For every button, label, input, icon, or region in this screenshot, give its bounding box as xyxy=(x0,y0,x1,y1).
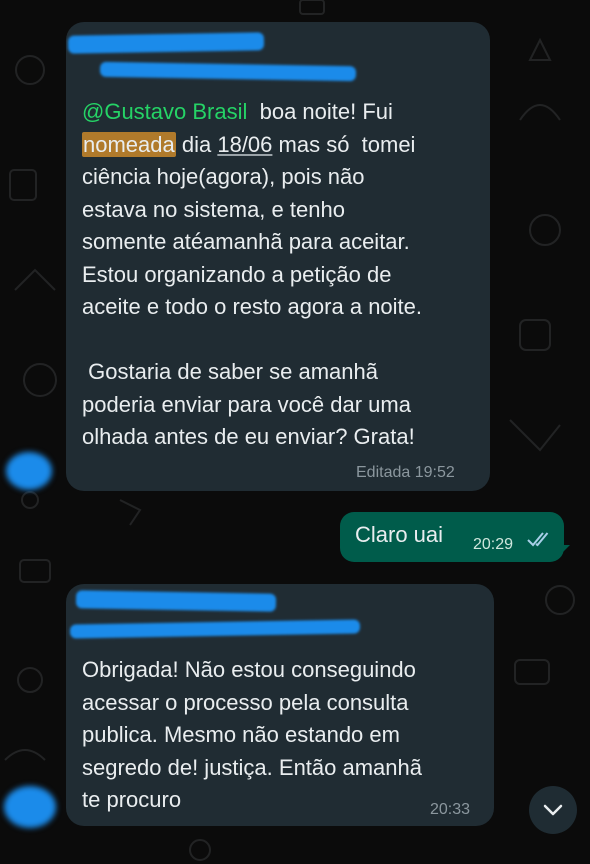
message-time: 20:33 xyxy=(430,801,471,818)
message-text-part: ciência hoje(agora), pois não estava no … xyxy=(82,164,423,449)
message-text: Obrigada! Não estou conseguindo acessar … xyxy=(82,657,423,812)
message-text-part: mas só tomei xyxy=(272,131,416,157)
sender-avatar[interactable] xyxy=(6,452,52,490)
scroll-to-bottom-button[interactable] xyxy=(529,786,577,834)
bubble-tail xyxy=(556,545,570,559)
search-highlight: nomeada xyxy=(82,131,176,157)
reply-time: 20:29 xyxy=(473,536,514,553)
message-text: @Gustavo Brasil boa noite! Fui nomeada d… xyxy=(82,96,482,454)
reply-text: Claro uai xyxy=(355,522,444,547)
redacted-sender-name xyxy=(67,32,265,54)
chevron-down-icon xyxy=(543,804,563,816)
redacted-sender-name xyxy=(75,590,277,612)
date-link[interactable]: 18/06 xyxy=(217,132,272,157)
message-text-part: boa noite! Fui xyxy=(247,99,393,124)
message-text-part: dia xyxy=(175,131,218,157)
double-check-icon xyxy=(527,532,549,547)
message-status-edited: Editada 19:52 xyxy=(356,464,455,481)
mention-link[interactable]: @Gustavo Brasil xyxy=(82,99,247,124)
sender-avatar[interactable] xyxy=(4,786,56,828)
